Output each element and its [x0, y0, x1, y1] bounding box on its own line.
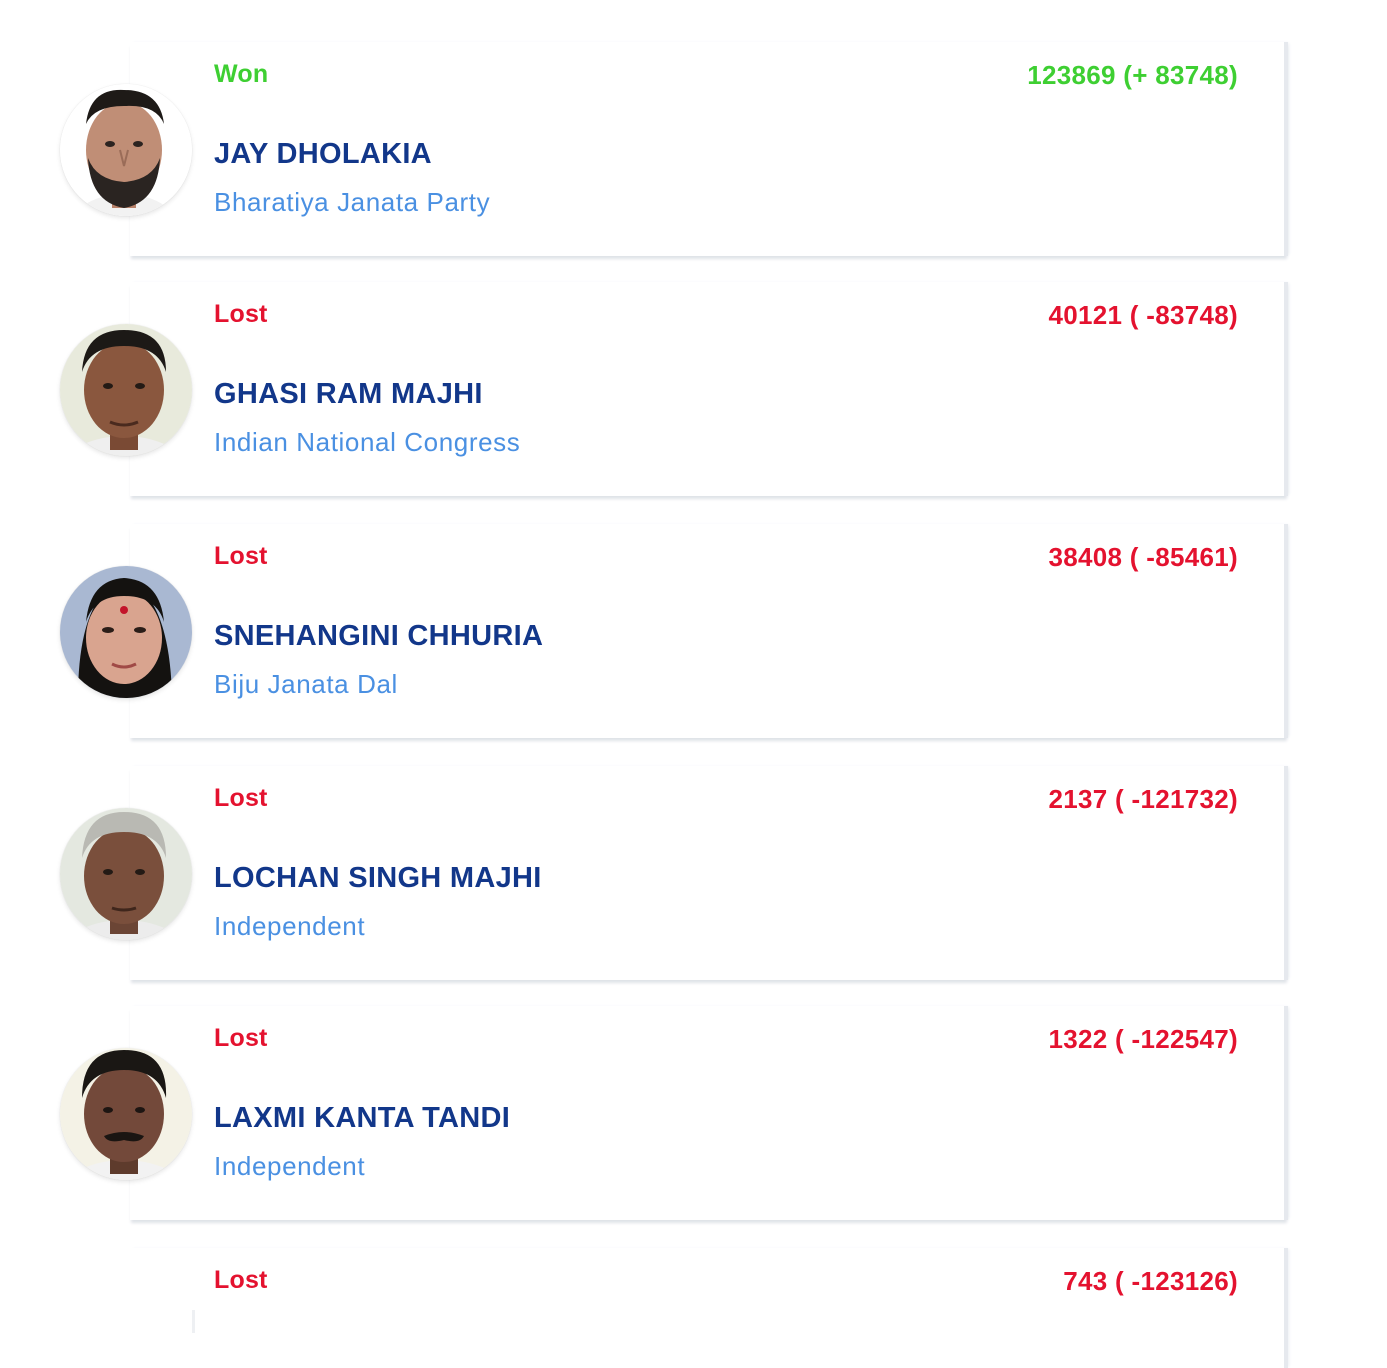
candidate-name[interactable]: LAXMI KANTA TANDI	[214, 1102, 510, 1135]
result-status: Lost	[214, 300, 268, 328]
vote-count: 123869 (+ 83748)	[1027, 60, 1238, 90]
candidate-photo	[60, 1048, 192, 1180]
result-status: Lost	[214, 1266, 268, 1294]
candidate-card[interactable]: Lost 1322 ( -122547) LAXMI KANTA TANDI I…	[130, 1006, 1288, 1220]
candidate-photo	[60, 84, 192, 216]
candidate-card[interactable]: Won 123869 (+ 83748) JAY DHOLAKIA Bharat…	[130, 42, 1288, 256]
party-name: Independent	[214, 911, 366, 941]
result-status: Won	[214, 60, 269, 88]
candidate-photo	[192, 1310, 195, 1333]
result-status: Lost	[214, 784, 268, 812]
candidate-card[interactable]: Lost 743 ( -123126)	[130, 1248, 1288, 1368]
party-name: Bharatiya Janata Party	[214, 187, 491, 217]
party-name: Independent	[214, 1151, 366, 1181]
candidate-name[interactable]: LOCHAN SINGH MAJHI	[214, 862, 542, 895]
candidate-photo	[60, 324, 192, 456]
party-name: Indian National Congress	[214, 427, 521, 457]
result-status: Lost	[214, 1024, 268, 1052]
vote-count: 743 ( -123126)	[1063, 1266, 1238, 1296]
vote-count: 1322 ( -122547)	[1048, 1024, 1238, 1054]
candidate-card[interactable]: Lost 40121 ( -83748) GHASI RAM MAJHI Ind…	[130, 282, 1288, 496]
vote-count: 38408 ( -85461)	[1048, 542, 1238, 572]
candidate-photo	[60, 566, 192, 698]
candidate-photo	[60, 808, 192, 940]
vote-count: 40121 ( -83748)	[1048, 300, 1238, 330]
vote-count: 2137 ( -121732)	[1048, 784, 1238, 814]
candidate-name[interactable]: GHASI RAM MAJHI	[214, 378, 483, 411]
party-name: Biju Janata Dal	[214, 669, 398, 699]
candidate-card[interactable]: Lost 38408 ( -85461) SNEHANGINI CHHURIA …	[130, 524, 1288, 738]
candidate-name[interactable]: SNEHANGINI CHHURIA	[214, 620, 543, 653]
candidate-name[interactable]: JAY DHOLAKIA	[214, 138, 432, 171]
result-status: Lost	[214, 542, 268, 570]
candidate-card[interactable]: Lost 2137 ( -121732) LOCHAN SINGH MAJHI …	[130, 766, 1288, 980]
